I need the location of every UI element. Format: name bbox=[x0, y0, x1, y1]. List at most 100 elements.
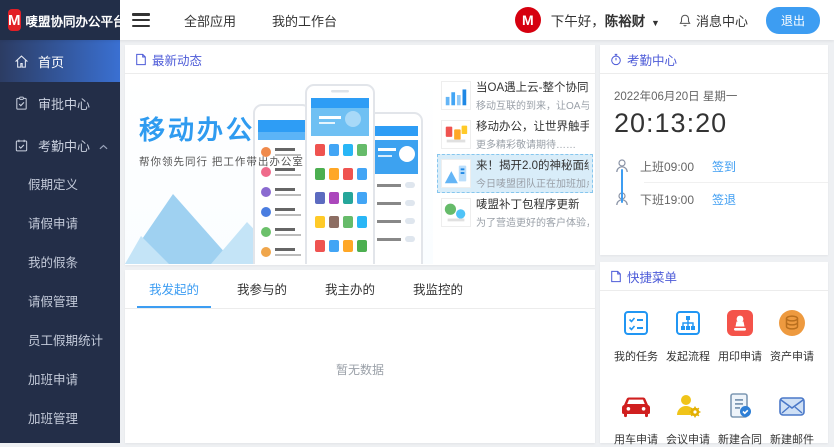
sidebar-item-overtime-application[interactable]: 加班申请 bbox=[0, 361, 120, 400]
check-out-row: 下班19:00 签退 bbox=[600, 186, 828, 212]
tasks-icon bbox=[620, 307, 652, 339]
timeline-line bbox=[621, 169, 623, 203]
news-item-title: 唛盟补丁包程序更新 bbox=[476, 196, 589, 212]
latest-news-title: 最新动态 bbox=[152, 50, 202, 69]
news-thumbnail bbox=[441, 159, 471, 188]
news-item-title: 当OA遇上云-整个协同OA bbox=[476, 79, 589, 95]
sidebar-item-label: 首页 bbox=[38, 52, 64, 71]
quick-item-my-tasks[interactable]: 我的任务 bbox=[610, 307, 662, 364]
top-bar-right: M 下午好，陈裕财 ▼ 消息中心 退出 bbox=[515, 7, 834, 34]
news-item-desc: 为了营造更好的客户体验，唛 bbox=[476, 214, 589, 229]
user-greeting[interactable]: 下午好，陈裕财 ▼ bbox=[551, 10, 660, 30]
news-thumbnail bbox=[441, 81, 471, 110]
attendance-header: 考勤中心 bbox=[600, 45, 828, 74]
sidebar-item-overtime-management[interactable]: 加班管理 bbox=[0, 400, 120, 439]
tab-monitored-by-me[interactable]: 我监控的 bbox=[401, 270, 475, 308]
quick-item-seal-application[interactable]: 用印申请 bbox=[714, 307, 766, 364]
quick-item-label: 新建邮件 bbox=[770, 431, 814, 447]
chevron-down-icon[interactable]: ▼ bbox=[651, 18, 660, 28]
bell-icon bbox=[678, 13, 692, 28]
quick-menu-title: 快捷菜单 bbox=[627, 267, 677, 286]
quick-item-label: 我的任务 bbox=[614, 348, 658, 364]
sidebar-item-leave-application[interactable]: 请假申请 bbox=[0, 205, 120, 244]
sidebar-item-holiday-definition[interactable]: 假期定义 bbox=[0, 166, 120, 205]
meeting-icon bbox=[672, 390, 704, 422]
attendance-date: 2022年06月20日 星期一 bbox=[614, 88, 828, 104]
message-center[interactable]: 消息中心 bbox=[678, 11, 748, 30]
tasks-tabs: 我发起的 我参与的 我主办的 我监控的 bbox=[125, 270, 595, 309]
quick-item-asset-application[interactable]: 资产申请 bbox=[766, 307, 818, 364]
empty-state-text: 暂无数据 bbox=[125, 309, 595, 378]
logout-button[interactable]: 退出 bbox=[766, 7, 820, 34]
quick-item-start-process[interactable]: 发起流程 bbox=[662, 307, 714, 364]
sidebar: 首页 审批中心 考勤中心 假期定义 请假申请 我的假条 请假管理 员工假期统计 … bbox=[0, 40, 120, 443]
mobile-office-banner[interactable]: 移动办公 帮你领先同行 把工作带出办公室 bbox=[125, 74, 433, 264]
sidebar-item-employee-holiday-stats[interactable]: 员工假期统计 bbox=[0, 322, 120, 361]
sidebar-item-home[interactable]: 首页 bbox=[0, 40, 120, 82]
news-item-title: 移动办公，让世界触手可 bbox=[476, 118, 589, 134]
sidebar-submenu: 假期定义 请假申请 我的假条 请假管理 员工假期统计 加班申请 加班管理 bbox=[0, 166, 120, 439]
news-item-desc: 更多精彩敬请期待…… bbox=[476, 136, 589, 151]
phone-mockup-right bbox=[367, 112, 423, 264]
sidebar-item-leave-management[interactable]: 请假管理 bbox=[0, 283, 120, 322]
user-avatar[interactable]: M bbox=[515, 7, 541, 33]
top-nav: 全部应用 我的工作台 bbox=[184, 11, 337, 30]
tab-initiated-by-me[interactable]: 我发起的 bbox=[137, 270, 211, 308]
brand-block: M 唛盟协同办公平台 bbox=[0, 0, 120, 40]
sidebar-item-attendance-center[interactable]: 考勤中心 bbox=[0, 124, 120, 166]
check-in-link[interactable]: 签到 bbox=[712, 158, 736, 175]
quick-item-label: 资产申请 bbox=[770, 348, 814, 364]
attendance-clock: 20:13:20 bbox=[614, 108, 828, 139]
news-item[interactable]: 唛盟补丁包程序更新 为了营造更好的客户体验，唛 bbox=[437, 193, 593, 232]
phone-mockup-middle bbox=[305, 84, 375, 264]
banner-title: 移动办公 bbox=[139, 110, 255, 147]
brand-title: 唛盟协同办公平台 bbox=[26, 11, 126, 30]
greeting-text: 下午好， bbox=[551, 14, 605, 29]
menu-toggle-icon[interactable] bbox=[132, 13, 150, 27]
quick-item-label: 用车申请 bbox=[614, 431, 658, 447]
latest-news-panel: 最新动态 bbox=[125, 45, 595, 265]
flow-icon bbox=[672, 307, 704, 339]
attendance-title: 考勤中心 bbox=[627, 50, 677, 69]
quick-item-new-mail[interactable]: 新建邮件 bbox=[766, 390, 818, 447]
banner-subtitle: 帮你领先同行 把工作带出办公室 bbox=[139, 154, 304, 169]
user-name: 陈裕财 bbox=[605, 14, 646, 29]
tab-hosted-by-me[interactable]: 我主办的 bbox=[313, 270, 387, 308]
home-icon bbox=[14, 53, 30, 69]
phone-mockup-left bbox=[253, 104, 311, 264]
attendance-panel: 考勤中心 2022年06月20日 星期一 20:13:20 上班09:00 签到… bbox=[600, 45, 828, 255]
sidebar-item-approval-center[interactable]: 审批中心 bbox=[0, 82, 120, 124]
quick-item-label: 发起流程 bbox=[666, 348, 710, 364]
document-icon bbox=[135, 53, 147, 66]
check-out-link[interactable]: 签退 bbox=[712, 191, 736, 208]
news-list: 当OA遇上云-整个协同OA 移动互联的到来，让OA与云 移动办公，让世界触手可 … bbox=[437, 76, 593, 232]
quick-menu-panel: 快捷菜单 我的任务 发起流程 用印申请 资产申请 bbox=[600, 262, 828, 443]
news-body: 移动办公 帮你领先同行 把工作带出办公室 当OA遇上云-整个协同OA 移动互联的… bbox=[125, 74, 595, 264]
approval-icon bbox=[14, 95, 30, 111]
quick-item-meeting-application[interactable]: 会议申请 bbox=[662, 390, 714, 447]
chevron-up-icon[interactable] bbox=[99, 138, 108, 153]
news-item[interactable]: 移动办公，让世界触手可 更多精彩敬请期待…… bbox=[437, 115, 593, 154]
quick-item-new-contract[interactable]: 新建合同 bbox=[714, 390, 766, 447]
app-logo: M bbox=[8, 9, 21, 31]
divider bbox=[644, 182, 828, 183]
news-item-desc: 移动互联的到来，让OA与云 bbox=[476, 97, 589, 112]
nav-my-workbench[interactable]: 我的工作台 bbox=[272, 11, 337, 30]
latest-news-header: 最新动态 bbox=[125, 45, 595, 74]
contract-icon bbox=[724, 390, 756, 422]
car-icon bbox=[620, 390, 652, 422]
news-item-desc: 今日唛盟团队正在加班加点， bbox=[476, 175, 589, 190]
sidebar-item-my-leave-notes[interactable]: 我的假条 bbox=[0, 244, 120, 283]
top-bar: M 唛盟协同办公平台 全部应用 我的工作台 M 下午好，陈裕财 ▼ 消息中心 退… bbox=[0, 0, 834, 40]
tab-participated-by-me[interactable]: 我参与的 bbox=[225, 270, 299, 308]
check-in-row: 上班09:00 签到 bbox=[600, 153, 828, 179]
news-item-title: 来！揭开2.0的神秘面纱~ bbox=[476, 157, 589, 173]
seal-icon bbox=[724, 307, 756, 339]
news-item[interactable]: 当OA遇上云-整个协同OA 移动互联的到来，让OA与云 bbox=[437, 76, 593, 115]
quick-item-vehicle-application[interactable]: 用车申请 bbox=[610, 390, 662, 447]
attendance-icon bbox=[14, 137, 30, 153]
news-thumbnail bbox=[441, 120, 471, 149]
quick-item-label: 用印申请 bbox=[718, 348, 762, 364]
news-item-selected[interactable]: 来！揭开2.0的神秘面纱~ 今日唛盟团队正在加班加点， bbox=[437, 154, 593, 193]
nav-all-apps[interactable]: 全部应用 bbox=[184, 11, 236, 30]
